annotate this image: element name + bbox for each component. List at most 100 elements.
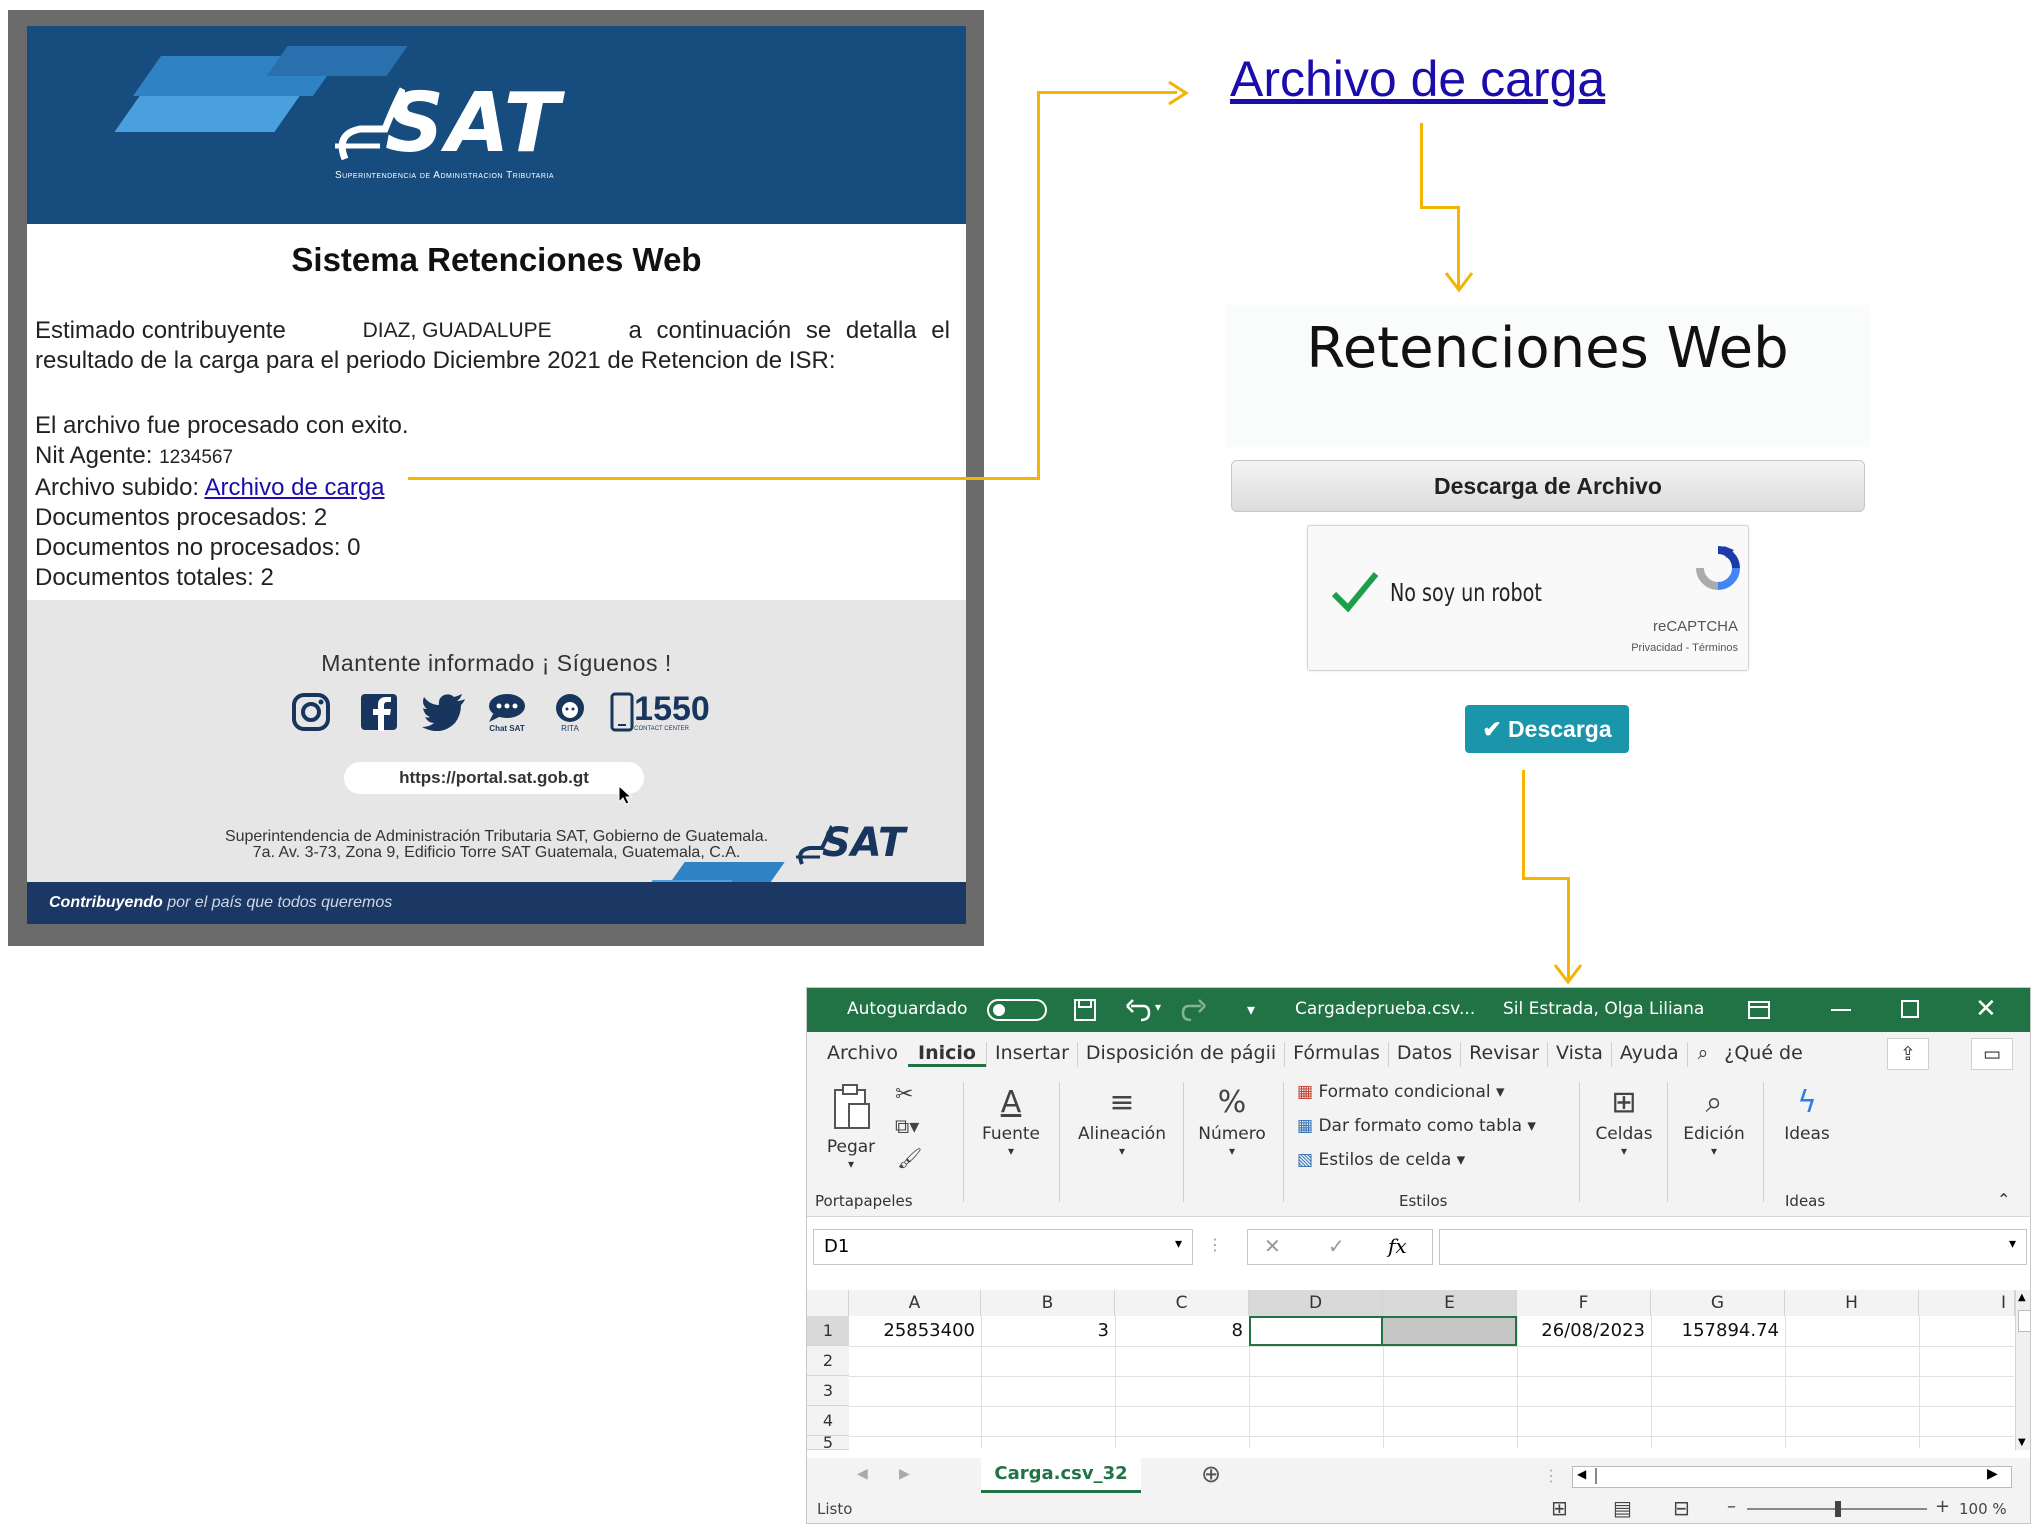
normal-view-icon[interactable]: ⊞ [1551,1496,1568,1520]
email-results: El archivo fue procesado con exito. Nit … [35,411,409,593]
cell-g1[interactable]: 157894.74 [1651,1316,1785,1346]
row-header-4[interactable]: 4 [807,1406,849,1436]
save-icon[interactable] [1073,998,1097,1022]
alignment-button[interactable]: ≡ Alineación ▾ [1067,1082,1177,1158]
sheet-tab-carga[interactable]: Carga.csv_32 [981,1458,1141,1493]
prev-sheet-icon[interactable]: ◀ [857,1466,868,1482]
formula-input[interactable]: ▾ [1439,1229,2027,1265]
page-break-view-icon[interactable]: ⊟ [1673,1496,1690,1520]
name-box-dropdown-icon[interactable]: ▾ [1175,1236,1182,1252]
insert-function-icon[interactable]: fx [1388,1234,1407,1258]
zoom-slider-thumb [1835,1501,1841,1517]
ideas-button[interactable]: ϟ Ideas [1775,1082,1839,1144]
collapse-ribbon-icon[interactable]: ⌃ [1997,1190,2010,1209]
close-icon[interactable]: ✕ [1975,994,1997,1024]
portal-link[interactable]: https://portal.sat.gob.gt [344,762,644,794]
status-bar: Listo ⊞ ▤ ⊟ – + 100 % [807,1494,2030,1523]
tab-inicio[interactable]: Inicio [908,1042,986,1067]
tab-insertar[interactable]: Insertar [985,1042,1077,1067]
cell-b1[interactable]: 3 [981,1316,1115,1346]
confirm-entry-icon[interactable]: ✓ [1328,1234,1345,1258]
ideas-group-label: Ideas [1785,1192,1826,1210]
zoom-in-icon[interactable]: + [1935,1496,1950,1517]
minimize-icon[interactable] [1831,1009,1851,1011]
tab-disposicion[interactable]: Disposición de págii [1076,1042,1284,1067]
tab-datos[interactable]: Datos [1387,1042,1460,1067]
search-icon[interactable]: ⌕ [1686,1042,1719,1067]
scroll-right-icon[interactable]: ▶ [1987,1466,1998,1482]
rita-icon[interactable]: RITA [545,690,595,734]
col-header-b[interactable]: B [981,1290,1115,1316]
format-as-table-button[interactable]: ▦ Dar formato como tabla ▾ [1297,1116,1536,1136]
cell-c1[interactable]: 8 [1115,1316,1249,1346]
conditional-format-button[interactable]: ▦ Formato condicional ▾ [1297,1082,1505,1102]
zoom-level[interactable]: 100 % [1959,1500,2007,1518]
user-name[interactable]: Sil Estrada, Olga Liliana [1503,999,1704,1019]
expand-formula-icon[interactable]: ▾ [2009,1236,2016,1252]
ribbon-display-icon[interactable] [1747,1000,1771,1020]
row-header-2[interactable]: 2 [807,1346,849,1376]
col-header-g[interactable]: G [1651,1290,1785,1316]
tab-split-icon[interactable]: ⋮ [1543,1466,1559,1485]
font-button[interactable]: A Fuente ▾ [971,1082,1051,1158]
cell-h1[interactable] [1785,1316,1919,1346]
captcha-links[interactable]: Privacidad - Términos [1598,642,1738,654]
zoom-slider[interactable] [1747,1501,1927,1517]
row-header-5[interactable]: 5 [807,1436,849,1450]
undo-dropdown-icon[interactable]: ▾ [1155,1000,1161,1014]
tell-me-input[interactable]: ¿Qué de [1718,1042,1809,1067]
cell-f1[interactable]: 26/08/2023 [1517,1316,1651,1346]
paste-button[interactable]: Pegar ▾ [821,1082,881,1171]
contact-center-icon[interactable]: 1550 CONTACT CENTER [605,690,715,734]
vertical-scrollbar[interactable]: ▲ ▼ [2015,1290,2030,1450]
archivo-de-carga-link[interactable]: Archivo de carga [1230,50,1605,108]
cell-d1[interactable] [1249,1316,1383,1346]
cell-e1[interactable] [1383,1316,1517,1346]
col-header-d[interactable]: D [1249,1290,1383,1316]
file-link[interactable]: Archivo de carga [204,474,384,501]
twitter-icon[interactable] [419,690,469,734]
editing-button[interactable]: ⌕ Edición ▾ [1673,1082,1755,1158]
cells-button[interactable]: ⊞ Celdas ▾ [1587,1082,1661,1158]
download-button[interactable]: ✔ Descarga [1465,705,1629,753]
tab-ayuda[interactable]: Ayuda [1610,1042,1687,1067]
select-all-corner[interactable] [807,1290,849,1316]
facebook-icon[interactable] [357,690,401,734]
customize-toolbar-icon[interactable]: ▾ [1247,1000,1255,1019]
share-icon[interactable]: ⇪ [1887,1038,1929,1070]
autosave-toggle[interactable] [987,999,1047,1021]
col-header-c[interactable]: C [1115,1290,1249,1316]
col-header-f[interactable]: F [1517,1290,1651,1316]
next-sheet-icon[interactable]: ▶ [899,1466,910,1482]
cell-styles-button[interactable]: ▧ Estilos de celda ▾ [1297,1150,1465,1170]
col-header-h[interactable]: H [1785,1290,1919,1316]
undo-icon[interactable] [1125,998,1151,1022]
cancel-entry-icon[interactable]: ✕ [1264,1234,1281,1258]
tab-formulas[interactable]: Fórmulas [1284,1042,1388,1067]
cell-a1[interactable]: 25853400 [849,1316,981,1346]
comments-icon[interactable]: ▭ [1971,1038,2013,1070]
recaptcha-widget[interactable]: No soy un robot reCAPTCHA Privacidad - T… [1307,525,1749,671]
tab-revisar[interactable]: Revisar [1460,1042,1547,1067]
contributor-name: DIAZ, GUADALUPE [362,319,552,342]
instagram-icon[interactable] [289,690,333,734]
format-painter-icon[interactable]: 🖌 [897,1146,922,1170]
col-header-e[interactable]: E [1383,1290,1517,1316]
row-header-3[interactable]: 3 [807,1376,849,1406]
tab-archivo[interactable]: Archivo [817,1042,908,1067]
cut-icon[interactable]: ✂ [895,1082,913,1107]
chat-sat-icon[interactable]: Chat SAT [479,690,535,734]
number-button[interactable]: % Número ▾ [1189,1082,1275,1158]
col-header-i[interactable]: I [1919,1290,2015,1316]
redo-icon[interactable] [1181,998,1207,1022]
name-box[interactable]: D1 ▾ [813,1229,1193,1265]
maximize-icon[interactable] [1901,1000,1919,1018]
row-header-1[interactable]: 1 [807,1316,849,1346]
add-sheet-icon[interactable]: ⊕ [1201,1460,1221,1488]
horizontal-scrollbar[interactable]: ◀ [1572,1466,2012,1488]
page-layout-view-icon[interactable]: ▤ [1613,1496,1632,1520]
tab-vista[interactable]: Vista [1547,1042,1611,1067]
col-header-a[interactable]: A [849,1290,981,1316]
copy-icon[interactable]: ⧉▾ [895,1114,919,1138]
zoom-out-icon[interactable]: – [1727,1496,1736,1517]
